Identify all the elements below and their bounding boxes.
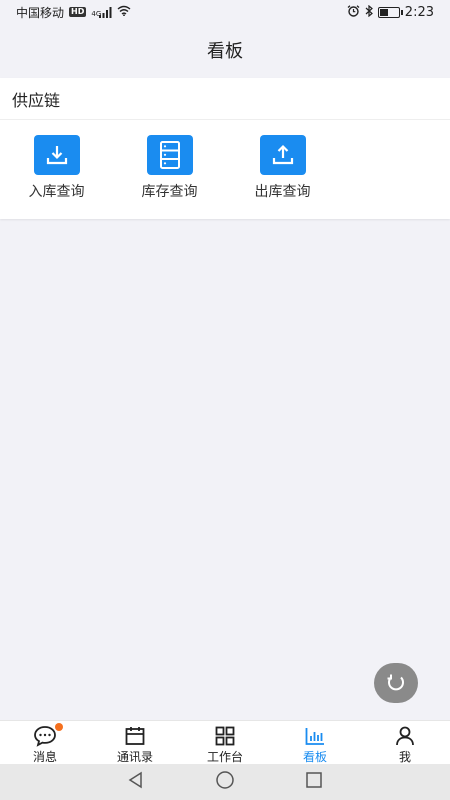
status-right: 2:23 bbox=[347, 4, 434, 20]
tab-messages[interactable]: 消息 bbox=[0, 721, 90, 764]
section-title: 供应链 bbox=[0, 78, 450, 120]
calendar-icon bbox=[123, 725, 147, 747]
carrier-label: 中国移动 bbox=[16, 5, 65, 20]
alarm-icon bbox=[347, 4, 360, 20]
status-bar: 中国移动 HD 4G 2:23 bbox=[0, 0, 450, 24]
tab-label: 工作台 bbox=[206, 750, 243, 764]
tile-label: 出库查询 bbox=[254, 184, 311, 200]
tile-inbound-query[interactable]: 入库查询 bbox=[0, 135, 113, 201]
supply-chain-card: 供应链 入库查询 库存查询 出库查询 bbox=[0, 78, 450, 219]
bar-chart-icon bbox=[303, 725, 327, 747]
tab-label: 看板 bbox=[302, 750, 327, 764]
tab-label: 消息 bbox=[32, 750, 57, 764]
hd-badge: HD bbox=[69, 7, 87, 17]
message-icon bbox=[33, 723, 63, 747]
battery-icon bbox=[377, 6, 403, 18]
wifi-icon bbox=[117, 5, 131, 19]
grid-icon bbox=[213, 725, 237, 747]
bluetooth-icon bbox=[365, 4, 373, 20]
refresh-button[interactable] bbox=[374, 663, 418, 703]
system-nav-bar bbox=[0, 764, 450, 800]
home-icon[interactable] bbox=[215, 770, 235, 794]
tile-inventory-query[interactable]: 库存查询 bbox=[113, 135, 226, 201]
tile-label: 入库查询 bbox=[28, 184, 85, 200]
tab-workbench[interactable]: 工作台 bbox=[180, 721, 270, 764]
bottom-tab-bar: 消息 通讯录 工作台 看板 我 bbox=[0, 720, 450, 764]
status-left: 中国移动 HD 4G bbox=[16, 4, 131, 21]
clock: 2:23 bbox=[404, 4, 434, 20]
download-icon bbox=[33, 135, 80, 175]
tab-dashboard[interactable]: 看板 bbox=[270, 721, 360, 764]
tile-label: 库存查询 bbox=[141, 184, 198, 200]
battery-level bbox=[379, 8, 388, 16]
recents-icon[interactable] bbox=[305, 771, 323, 793]
page-title: 看板 bbox=[207, 41, 243, 62]
tab-me[interactable]: 我 bbox=[360, 721, 450, 764]
title-bar: 看板 bbox=[0, 24, 450, 76]
tab-contacts[interactable]: 通讯录 bbox=[90, 721, 180, 764]
tile-outbound-query[interactable]: 出库查询 bbox=[226, 135, 339, 201]
upload-icon bbox=[259, 135, 306, 175]
storage-icon bbox=[146, 135, 193, 175]
back-icon[interactable] bbox=[127, 771, 145, 793]
tab-label: 通讯录 bbox=[116, 750, 153, 764]
user-icon bbox=[393, 725, 417, 747]
tab-label: 我 bbox=[398, 750, 411, 764]
signal-icon: 4G bbox=[91, 6, 112, 18]
tile-grid: 入库查询 库存查询 出库查询 bbox=[0, 120, 450, 201]
refresh-icon bbox=[387, 674, 404, 691]
unread-badge bbox=[55, 723, 63, 731]
